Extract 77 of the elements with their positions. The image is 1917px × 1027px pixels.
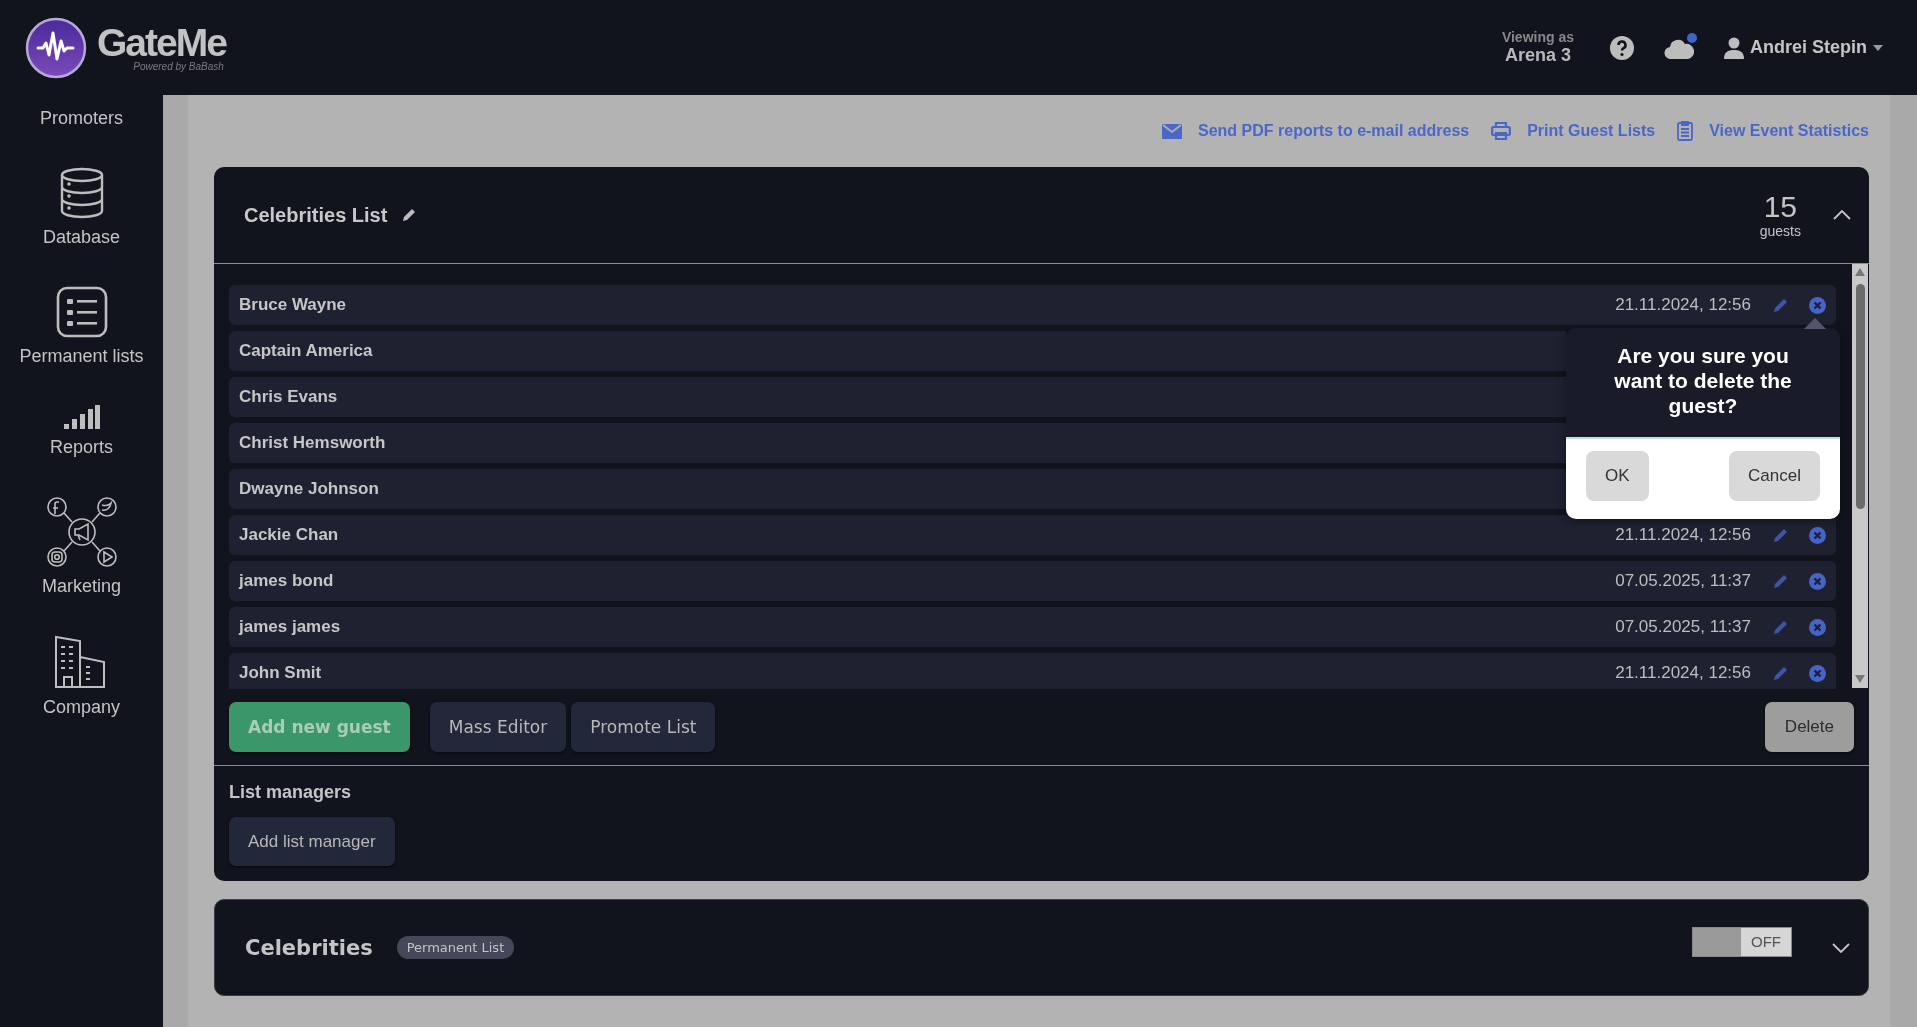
guest-date: 07.05.2025, 11:37: [1615, 571, 1751, 591]
printer-icon: [1491, 122, 1512, 140]
caret-icon: [1873, 44, 1883, 51]
envelope-icon: [1162, 123, 1182, 139]
pencil-icon: [1773, 665, 1789, 681]
delete-icon: [1809, 526, 1826, 544]
chevron-down-icon[interactable]: [1832, 942, 1850, 953]
guest-row[interactable]: Captain America: [229, 331, 1566, 371]
pencil-icon: [1773, 297, 1789, 313]
guest-row[interactable]: Bruce Wayne 21.11.2024, 12:56: [229, 285, 1836, 325]
toggle-switch[interactable]: OFF: [1692, 926, 1792, 957]
pencil-icon: [1773, 619, 1789, 635]
popover-arrow-icon: [1804, 318, 1826, 329]
scroll-up-arrow-icon: [1855, 268, 1865, 276]
list-title: Celebrities List: [244, 203, 388, 227]
section-heading: List managers: [229, 782, 353, 803]
ok-button[interactable]: OK: [1586, 451, 1649, 501]
add-manager-button[interactable]: Add list manager: [229, 817, 395, 866]
database-icon: [58, 167, 105, 219]
guest-row[interactable]: james james 07.05.2025, 11:37: [229, 607, 1836, 647]
venue-name: Arena 3: [1504, 45, 1571, 66]
delete-button[interactable]: Delete: [1764, 702, 1854, 752]
list-title: Celebrities: [245, 935, 373, 960]
viewing-as-label: Viewing as: [1501, 29, 1574, 45]
guest-name: Christ Hemsworth: [239, 433, 386, 453]
guest-date: 21.11.2024, 12:56: [1615, 295, 1751, 315]
guest-row[interactable]: John Smit 21.11.2024, 12:56: [229, 653, 1836, 689]
guest-name: John Smit: [239, 663, 322, 683]
pencil-icon: [1773, 573, 1789, 589]
guest-count: 15: [1763, 191, 1798, 223]
sidebar-item[interactable]: Database: [42, 167, 121, 248]
delete-icon: [1809, 296, 1826, 314]
guest-name: Captain America: [239, 341, 373, 361]
sidebar-item[interactable]: Marketing: [42, 496, 121, 597]
list-action-button[interactable]: Promote List: [571, 702, 716, 752]
guest-row[interactable]: Jackie Chan 21.11.2024, 12:56: [229, 515, 1836, 555]
sidebar-item[interactable]: Company: [42, 635, 120, 718]
permanent-list-tag: Permanent List: [396, 936, 515, 959]
guest-name: Jackie Chan: [239, 525, 339, 545]
chevron-up-icon[interactable]: [1833, 210, 1851, 220]
delete-icon: [1809, 572, 1826, 590]
logo-wordmark: GateMe: [97, 23, 226, 63]
guest-row[interactable]: Christ Hemsworth: [229, 423, 1566, 463]
list-action-button[interactable]: Mass Editor: [429, 702, 567, 752]
guest-name: Chris Evans: [239, 387, 338, 407]
guest-row[interactable]: Chris Evans: [229, 377, 1566, 417]
megaphone-network-icon: [45, 496, 118, 568]
user-icon: [1724, 36, 1744, 59]
bar-chart-icon: [63, 405, 100, 429]
guest-name: Dwayne Johnson: [239, 479, 379, 499]
guest-row[interactable]: james bond 07.05.2025, 11:37: [229, 561, 1836, 601]
delete-icon: [1809, 664, 1826, 682]
cancel-button[interactable]: Cancel: [1729, 451, 1820, 501]
guest-name: james james: [239, 617, 341, 637]
help-icon: [1610, 35, 1634, 60]
sidebar-item[interactable]: Promoters: [40, 108, 123, 129]
guest-date: 07.05.2025, 11:37: [1615, 617, 1751, 637]
pencil-icon: [401, 207, 418, 223]
guest-count-label: guests: [1759, 223, 1801, 239]
confirm-message: Are you sure you want to delete the guest?: [1566, 328, 1840, 439]
delete-icon: [1809, 618, 1826, 636]
clipboard-icon: [1677, 121, 1694, 141]
scroll-down-arrow-icon: [1855, 675, 1865, 683]
logo-tagline: Powered by BaBash: [133, 61, 224, 72]
guest-date: 21.11.2024, 12:56: [1615, 663, 1751, 683]
guest-name: james bond: [239, 571, 334, 591]
pencil-icon: [1773, 527, 1789, 543]
guest-date: 21.11.2024, 12:56: [1615, 525, 1751, 545]
list-icon: [55, 286, 108, 338]
waveform-logo-icon: [25, 16, 87, 79]
guest-row[interactable]: Dwayne Johnson: [229, 469, 1566, 509]
user-menu[interactable]: Andrei Stepin: [1724, 36, 1883, 59]
sidebar-item[interactable]: Permanent lists: [19, 286, 144, 367]
scrollbar[interactable]: [1852, 264, 1868, 688]
scrollbar-thumb[interactable]: [1855, 284, 1865, 509]
guest-name: Bruce Wayne: [239, 295, 347, 315]
sidebar-item[interactable]: Reports: [50, 405, 113, 458]
